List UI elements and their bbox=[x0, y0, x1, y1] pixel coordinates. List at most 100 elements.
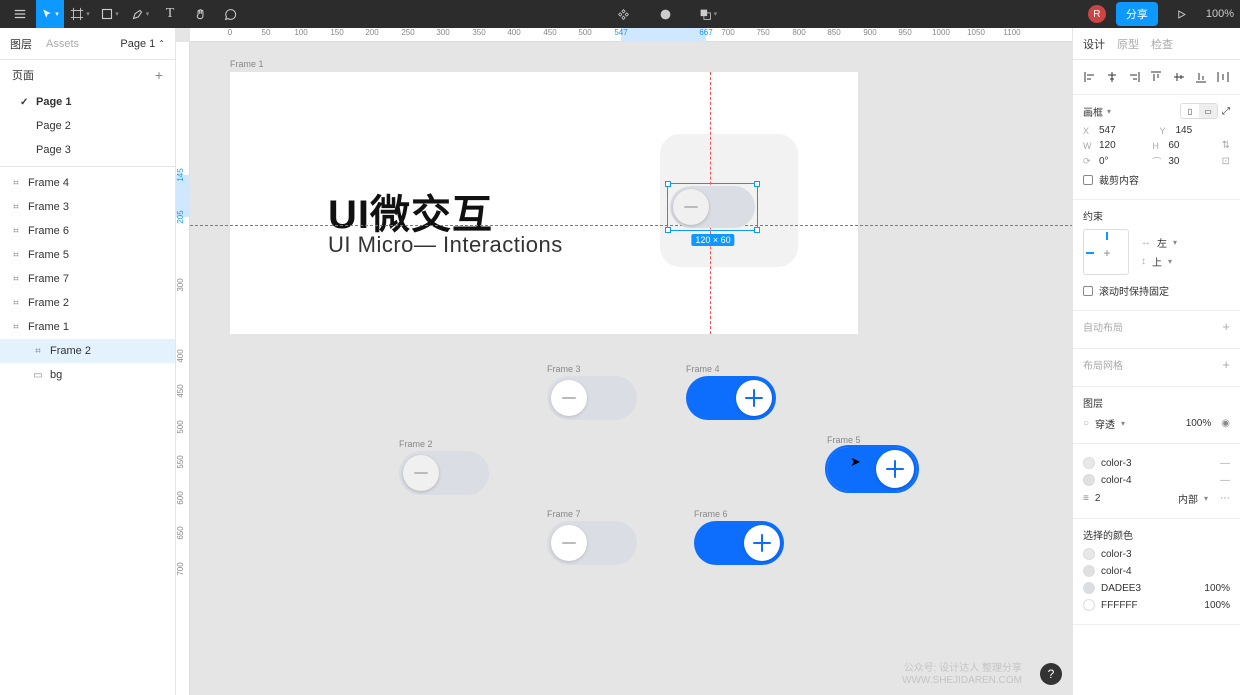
selected-colors-header: 选择的颜色 bbox=[1083, 527, 1133, 542]
layer-item[interactable]: ⌗Frame 7 bbox=[0, 267, 175, 291]
layer-item[interactable]: ⌗Frame 2 bbox=[0, 291, 175, 315]
move-tool[interactable]: ▾ bbox=[36, 0, 64, 28]
page-item[interactable]: Page 3 bbox=[0, 138, 175, 162]
prop-h[interactable]: 60 bbox=[1168, 140, 1215, 151]
color-name: FFFFFF bbox=[1101, 600, 1138, 611]
prop-radius[interactable]: 30 bbox=[1168, 156, 1215, 167]
align-left-icon[interactable] bbox=[1081, 68, 1099, 86]
prop-w[interactable]: 120 bbox=[1099, 140, 1146, 151]
scroll-fix-checkbox[interactable] bbox=[1083, 286, 1093, 296]
share-button[interactable]: 分享 bbox=[1116, 2, 1158, 26]
constraint-widget[interactable]: + bbox=[1083, 229, 1129, 275]
more-icon[interactable]: ⋯ bbox=[1220, 493, 1230, 504]
swatch[interactable] bbox=[1083, 474, 1095, 486]
tab-layers[interactable]: 图层 bbox=[10, 36, 32, 52]
clip-checkbox[interactable] bbox=[1083, 175, 1093, 185]
distribute-icon[interactable] bbox=[1214, 68, 1232, 86]
color-opacity: 100% bbox=[1204, 583, 1230, 594]
zoom-level[interactable]: 100% bbox=[1206, 8, 1234, 20]
layer-item[interactable]: ⌗Frame 1 bbox=[0, 315, 175, 339]
align-hcenter-icon[interactable] bbox=[1103, 68, 1121, 86]
color-name: DADEE3 bbox=[1101, 583, 1141, 594]
layer-item[interactable]: ⌗Frame 3 bbox=[0, 195, 175, 219]
add-page-button[interactable]: + bbox=[155, 67, 163, 83]
frame-label[interactable]: Frame 2 bbox=[399, 439, 433, 449]
frame-label[interactable]: Frame 1 bbox=[230, 59, 264, 69]
tab-design[interactable]: 设计 bbox=[1083, 36, 1105, 52]
corner-detail-icon[interactable]: ⊡ bbox=[1222, 156, 1230, 167]
resize-fit-icon[interactable]: ⤢ bbox=[1222, 106, 1230, 117]
page-item[interactable]: ✓Page 1 bbox=[0, 90, 175, 114]
avatar[interactable]: R bbox=[1088, 5, 1106, 23]
frame-label[interactable]: Frame 6 bbox=[694, 509, 728, 519]
hand-tool[interactable] bbox=[186, 0, 214, 28]
canvas[interactable]: 547 667 0 50 100 150 200 250 300 350 400… bbox=[176, 28, 1072, 695]
prop-rotation[interactable]: 0° bbox=[1099, 156, 1146, 167]
blend-opacity[interactable]: 100% bbox=[1186, 418, 1212, 429]
frame-label[interactable]: Frame 7 bbox=[547, 509, 581, 519]
eye-icon[interactable]: ◉ bbox=[1221, 418, 1230, 429]
toggle-on[interactable] bbox=[686, 376, 776, 420]
layer-item[interactable]: ⌗Frame 4 bbox=[0, 171, 175, 195]
prop-x[interactable]: 547 bbox=[1099, 125, 1154, 136]
layer-item[interactable]: ⌗Frame 6 bbox=[0, 219, 175, 243]
component-icon[interactable] bbox=[610, 0, 638, 28]
pages-header: 页面 bbox=[12, 67, 34, 83]
layer-section-header: 图层 bbox=[1083, 395, 1103, 410]
remove-icon[interactable]: — bbox=[1220, 458, 1230, 469]
remove-icon[interactable]: — bbox=[1220, 475, 1230, 486]
mask-icon[interactable] bbox=[652, 0, 680, 28]
frame-tool[interactable]: ▾ bbox=[66, 0, 94, 28]
link-wh-icon[interactable]: ⇅ bbox=[1222, 140, 1230, 151]
layer-item[interactable]: ▭bg bbox=[0, 363, 175, 387]
frame-1[interactable]: UI微交互 UI Micro— Interactions 120 × 60 bbox=[230, 72, 858, 334]
text-tool[interactable]: T bbox=[156, 0, 184, 28]
swatch[interactable] bbox=[1083, 599, 1095, 611]
play-icon[interactable] bbox=[1168, 0, 1196, 28]
hamburger-menu-icon[interactable] bbox=[6, 0, 34, 28]
toggle-border bbox=[825, 445, 919, 493]
align-vcenter-icon[interactable] bbox=[1170, 68, 1188, 86]
swatch[interactable] bbox=[1083, 548, 1095, 560]
left-panel: 图层 Assets Page 1 ⌃ 页面 + ✓Page 1 Page 2 P… bbox=[0, 28, 176, 695]
pen-tool[interactable]: ▾ bbox=[126, 0, 154, 28]
prop-y[interactable]: 145 bbox=[1176, 125, 1231, 136]
toggle-off[interactable] bbox=[547, 376, 637, 420]
frame-label[interactable]: Frame 3 bbox=[547, 364, 581, 374]
fill-name: color-4 bbox=[1101, 475, 1132, 486]
layer-item[interactable]: ⌗Frame 5 bbox=[0, 243, 175, 267]
swatch[interactable] bbox=[1083, 565, 1095, 577]
tab-assets[interactable]: Assets bbox=[46, 38, 79, 50]
orientation-toggle[interactable]: ▯▭ bbox=[1180, 103, 1218, 119]
frame-label[interactable]: Frame 4 bbox=[686, 364, 720, 374]
stroke-width[interactable]: 2 bbox=[1095, 493, 1101, 504]
comment-tool[interactable] bbox=[216, 0, 244, 28]
page-item[interactable]: Page 2 bbox=[0, 114, 175, 138]
add-grid-button[interactable]: + bbox=[1222, 357, 1230, 372]
shape-tool[interactable]: ▾ bbox=[96, 0, 124, 28]
toggle-on[interactable] bbox=[694, 521, 784, 565]
align-bottom-icon[interactable] bbox=[1192, 68, 1210, 86]
frame-label[interactable]: Frame 5 bbox=[827, 435, 861, 445]
stroke-position[interactable]: 内部 bbox=[1178, 491, 1198, 506]
toggle-off[interactable] bbox=[547, 521, 637, 565]
constraint-v[interactable]: 上 bbox=[1152, 254, 1162, 269]
add-auto-layout-button[interactable]: + bbox=[1222, 319, 1230, 334]
selection-box bbox=[667, 183, 758, 231]
constraint-h[interactable]: 左 bbox=[1157, 235, 1167, 250]
blend-mode[interactable]: 穿透 bbox=[1095, 416, 1115, 431]
help-button[interactable]: ? bbox=[1040, 663, 1062, 685]
align-top-icon[interactable] bbox=[1147, 68, 1165, 86]
align-right-icon[interactable] bbox=[1125, 68, 1143, 86]
swatch[interactable] bbox=[1083, 582, 1095, 594]
swatch[interactable] bbox=[1083, 457, 1095, 469]
fill-name: color-3 bbox=[1101, 458, 1132, 469]
right-panel: 设计 原型 检查 画框▾ ▯▭ ⤢ X547Y145 W120H60⇅ ⟳0°⌒… bbox=[1072, 28, 1240, 695]
boolean-icon[interactable]: ▾ bbox=[694, 0, 722, 28]
top-toolbar: ▾ ▾ ▾ ▾ T ▾ R 分享 100% bbox=[0, 0, 1240, 28]
layer-item-selected[interactable]: ⌗Frame 2 bbox=[0, 339, 175, 363]
tab-prototype[interactable]: 原型 bbox=[1117, 36, 1139, 52]
page-selector[interactable]: Page 1 ⌃ bbox=[120, 38, 165, 50]
tab-inspect[interactable]: 检查 bbox=[1151, 36, 1173, 52]
toggle-off[interactable] bbox=[399, 451, 489, 495]
